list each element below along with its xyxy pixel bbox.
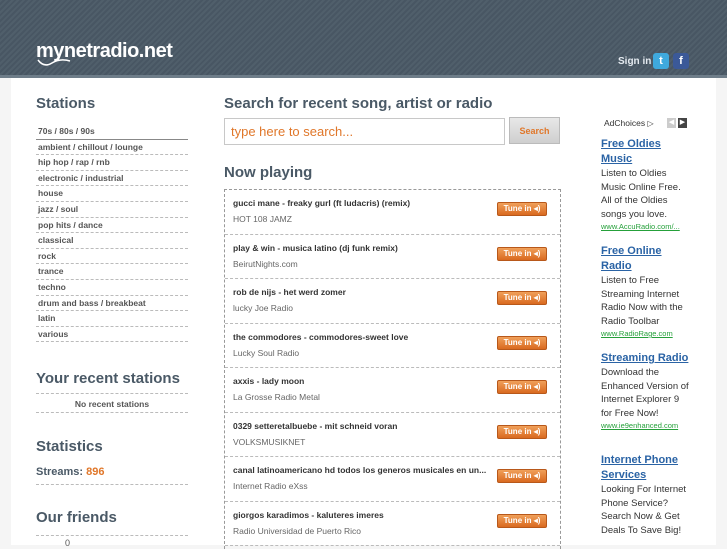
song-title[interactable]: giorgos karadimos - kaluteres imeres — [233, 510, 384, 520]
ad-prev-arrow-icon[interactable]: ◀ — [667, 118, 676, 128]
station-name[interactable]: BeirutNights.com — [233, 259, 298, 269]
ad-body-text: Looking For Internet Phone Service? Sear… — [601, 484, 687, 536]
ad-body-text: Download the Enhanced Version of Interne… — [601, 367, 689, 419]
station-genre-item[interactable]: trance — [36, 264, 188, 280]
twitter-icon[interactable]: t — [653, 53, 669, 69]
tune-in-button[interactable]: Tune in ◂) — [497, 291, 547, 305]
station-name[interactable]: Radio Universidad de Puerto Rico — [233, 526, 361, 536]
stations-heading: Stations — [36, 95, 96, 112]
ad-title-link[interactable]: Free Online Radio — [601, 244, 689, 274]
ad-title-link[interactable]: Free Oldies Music — [601, 137, 689, 167]
sign-in-link[interactable]: Sign in — [618, 56, 651, 67]
station-genre-item[interactable]: latin — [36, 311, 188, 327]
recent-stations-empty: No recent stations — [36, 393, 188, 413]
station-genre-item[interactable]: 70s / 80s / 90s — [36, 124, 188, 140]
streams-stat: Streams: 896 — [36, 466, 105, 478]
station-genre-item[interactable]: various — [36, 327, 188, 343]
song-title[interactable]: canal latinoamericano hd todos los gener… — [233, 465, 486, 475]
streams-value: 896 — [86, 466, 105, 478]
song-title[interactable]: axxis - lady moon — [233, 376, 304, 386]
now-playing-row: giorgos karadimos - kaluteres imeres Radi… — [225, 502, 560, 546]
friends-count: 0 — [65, 538, 71, 548]
station-genre-item[interactable]: classical — [36, 233, 188, 249]
ad-block: Streaming Radio Download the Enhanced Ver… — [601, 351, 689, 432]
statistics-heading: Statistics — [36, 438, 103, 455]
divider — [36, 484, 188, 485]
now-playing-row: gucci mane - freaky gurl (ft ludacris) (… — [225, 190, 560, 235]
station-genre-item[interactable]: pop hits / dance — [36, 218, 188, 234]
site-header: mynetradio.net Sign in t f — [0, 0, 727, 78]
station-name[interactable]: lucky Joe Radio — [233, 303, 293, 313]
ad-block: Internet Phone Services Looking For Inter… — [601, 453, 689, 537]
streams-label: Streams: — [36, 466, 84, 478]
ad-url-link[interactable]: www.ie9enhanced.com — [601, 420, 689, 432]
station-name[interactable]: HOT 108 JAMZ — [233, 214, 292, 224]
ad-block: Free Online Radio Listen to Free Streamin… — [601, 244, 689, 340]
station-genre-list: 70s / 80s / 90s ambient / chillout / loun… — [36, 124, 188, 343]
now-playing-row: the commodores - commodores-sweet love Lu… — [225, 324, 560, 368]
station-name[interactable]: Lucky Soul Radio — [233, 348, 299, 358]
facebook-icon[interactable]: f — [673, 53, 689, 69]
station-genre-item[interactable]: hip hop / rap / rnb — [36, 155, 188, 171]
now-playing-row: rob de nijs - het werd zomer lucky Joe Ra… — [225, 279, 560, 324]
tune-in-button[interactable]: Tune in ◂) — [497, 202, 547, 216]
ad-url-link[interactable]: www.AccuRadio.com/... — [601, 221, 689, 233]
ad-url-link[interactable]: www.RadioRage.com — [601, 328, 689, 340]
tune-in-button[interactable]: Tune in ◂) — [497, 246, 547, 261]
station-genre-item[interactable]: rock — [36, 249, 188, 265]
song-title[interactable]: the commodores - commodores-sweet love — [233, 332, 408, 342]
now-playing-row: 0329 setteretalbuebe - mit schneid voran… — [225, 413, 560, 457]
friends-heading: Our friends — [36, 509, 117, 526]
logo-swoosh-icon — [37, 59, 71, 66]
song-title[interactable]: rob de nijs - het werd zomer — [233, 287, 346, 297]
adchoices-label[interactable]: AdChoices ▷ — [604, 118, 654, 128]
tune-in-button[interactable]: Tune in ◂) — [497, 424, 547, 439]
now-playing-row: canal latinoamericano hd todos los gener… — [225, 457, 560, 502]
recent-stations-heading: Your recent stations — [36, 370, 180, 387]
search-heading: Search for recent song, artist or radio — [224, 95, 493, 112]
now-playing-row: axxis - lady moon La Grosse Radio Metal Tu… — [225, 368, 560, 413]
ad-block: Free Oldies Music Listen to Oldies Music … — [601, 137, 689, 233]
ad-body-text: Listen to Oldies Music Online Free. All … — [601, 168, 681, 220]
ad-body-text: Listen to Free Streaming Internet Radio … — [601, 275, 683, 327]
station-genre-item[interactable]: ambient / chillout / lounge — [36, 140, 188, 156]
now-playing-row: play & win - musica latino (dj funk remi… — [225, 235, 560, 279]
song-title[interactable]: gucci mane - freaky gurl (ft ludacris) (… — [233, 198, 410, 208]
now-playing-heading: Now playing — [224, 164, 313, 181]
station-genre-item[interactable]: jazz / soul — [36, 202, 188, 218]
ad-next-arrow-icon[interactable]: ▶ — [678, 118, 687, 128]
station-genre-item[interactable]: electronic / industrial — [36, 171, 188, 187]
station-name[interactable]: La Grosse Radio Metal — [233, 392, 320, 402]
song-title[interactable]: 0329 setteretalbuebe - mit schneid voran — [233, 421, 397, 431]
ad-title-link[interactable]: Streaming Radio — [601, 351, 689, 366]
play-triangle-icon: ▷ — [647, 119, 654, 128]
station-genre-item[interactable]: drum and bass / breakbeat — [36, 296, 188, 312]
search-button[interactable]: Search — [509, 117, 560, 144]
ad-title-link[interactable]: Internet Phone Services — [601, 453, 689, 483]
tune-in-button[interactable]: Tune in ◂) — [497, 513, 547, 528]
search-input[interactable] — [224, 118, 505, 145]
song-title[interactable]: play & win - musica latino (dj funk remi… — [233, 243, 398, 253]
tune-in-button[interactable]: Tune in ◂) — [497, 335, 547, 350]
station-genre-item[interactable]: house — [36, 186, 188, 202]
station-name[interactable]: VOLKSMUSIKNET — [233, 437, 305, 447]
tune-in-button[interactable]: Tune in ◂) — [497, 380, 547, 394]
station-genre-item[interactable]: techno — [36, 280, 188, 296]
divider — [36, 535, 188, 536]
now-playing-list: gucci mane - freaky gurl (ft ludacris) (… — [224, 189, 561, 549]
station-name[interactable]: Internet Radio eXss — [233, 481, 308, 491]
tune-in-button[interactable]: Tune in ◂) — [497, 469, 547, 483]
